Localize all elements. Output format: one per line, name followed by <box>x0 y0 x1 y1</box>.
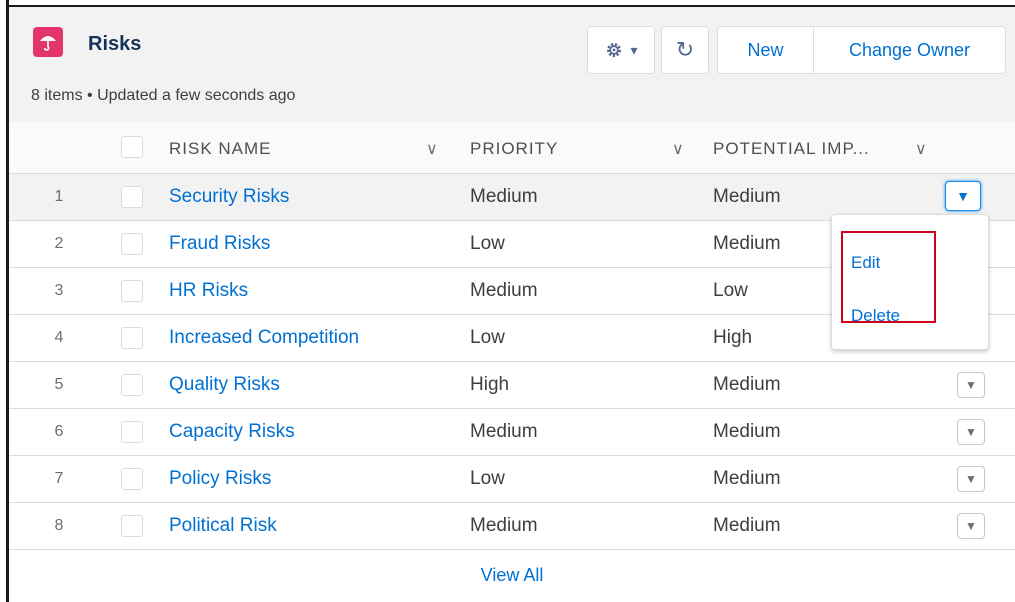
row-number: 7 <box>54 470 64 487</box>
row-number: 8 <box>54 517 64 534</box>
column-risk-name-chevron-icon[interactable]: ∨ <box>426 139 438 159</box>
page-title: Risks <box>88 33 142 55</box>
impact-cell: Medium <box>713 186 781 207</box>
view-all-link[interactable]: View All <box>481 565 544 585</box>
impact-cell: Medium <box>713 233 781 254</box>
impact-cell: High <box>713 327 753 348</box>
priority-cell: Low <box>470 468 505 489</box>
umbrella-icon-glyph <box>40 36 56 51</box>
refresh-icon: ↻ <box>675 37 695 62</box>
new-button[interactable]: New <box>717 26 814 74</box>
row-checkbox[interactable] <box>121 515 143 537</box>
column-impact-chevron-icon[interactable]: ∨ <box>915 139 927 159</box>
row-actions-dropdown-button[interactable]: ▼ <box>957 513 985 539</box>
change-owner-button[interactable]: Change Owner <box>813 26 1006 74</box>
column-header-potential-impact[interactable]: POTENTIAL IMP... <box>713 139 870 159</box>
row-number: 4 <box>54 329 64 346</box>
list-header: Risks 8 items • Updated a few seconds ag… <box>9 7 1015 122</box>
risk-name-link[interactable]: Fraud Risks <box>169 233 270 255</box>
impact-cell: Medium <box>713 421 781 442</box>
risk-name-link[interactable]: Quality Risks <box>169 374 280 396</box>
risk-name-link[interactable]: Political Risk <box>169 515 277 537</box>
risk-name-link[interactable]: Increased Competition <box>169 327 359 349</box>
row-checkbox[interactable] <box>121 280 143 302</box>
row-number: 2 <box>54 235 64 252</box>
menu-item-edit[interactable]: Edit <box>851 253 880 273</box>
priority-cell: High <box>470 374 510 395</box>
table-row: 8 Political Risk Medium Medium ▼ <box>9 503 1015 550</box>
list-view-card: Risks 8 items • Updated a few seconds ag… <box>9 7 1015 602</box>
row-actions-dropdown-button[interactable]: ▼ <box>945 181 981 211</box>
risk-name-link[interactable]: Capacity Risks <box>169 421 295 443</box>
priority-cell: Medium <box>470 421 538 442</box>
priority-cell: Medium <box>470 515 538 536</box>
impact-cell: Medium <box>713 515 781 536</box>
umbrella-icon <box>33 27 63 57</box>
menu-item-delete[interactable]: Delete <box>851 306 900 326</box>
impact-cell: Medium <box>713 374 781 395</box>
row-number: 1 <box>54 188 64 205</box>
row-actions-dropdown-button[interactable]: ▼ <box>957 372 985 398</box>
priority-cell: Low <box>470 327 505 348</box>
row-number: 5 <box>54 376 64 393</box>
column-header-priority[interactable]: PRIORITY <box>470 139 558 159</box>
row-checkbox[interactable] <box>121 421 143 443</box>
row-checkbox[interactable] <box>121 327 143 349</box>
row-checkbox[interactable] <box>121 468 143 490</box>
row-number: 3 <box>54 282 64 299</box>
risk-name-link[interactable]: Security Risks <box>169 186 289 208</box>
row-actions-dropdown-button[interactable]: ▼ <box>957 419 985 445</box>
risk-name-link[interactable]: Policy Risks <box>169 468 271 490</box>
row-checkbox[interactable] <box>121 374 143 396</box>
table-row: 5 Quality Risks High Medium ▼ <box>9 362 1015 409</box>
row-actions-menu: Edit Delete <box>831 214 989 350</box>
column-header-risk-name[interactable]: RISK NAME <box>169 139 272 159</box>
list-footer: View All <box>9 548 1015 602</box>
table-row: 7 Policy Risks Low Medium ▼ <box>9 456 1015 503</box>
row-checkbox[interactable] <box>121 186 143 208</box>
row-actions-dropdown-button[interactable]: ▼ <box>957 466 985 492</box>
list-meta-status: 8 items • Updated a few seconds ago <box>31 87 296 104</box>
impact-cell: Medium <box>713 468 781 489</box>
row-checkbox[interactable] <box>121 233 143 255</box>
table-row: 6 Capacity Risks Medium Medium ▼ <box>9 409 1015 456</box>
impact-cell: Low <box>713 280 748 301</box>
priority-cell: Low <box>470 233 505 254</box>
select-all-checkbox[interactable] <box>121 136 143 158</box>
risk-name-link[interactable]: HR Risks <box>169 280 248 302</box>
list-settings-button[interactable]: ▾ <box>587 26 655 74</box>
column-priority-chevron-icon[interactable]: ∨ <box>672 139 684 159</box>
table-header-row: RISK NAME ∨ PRIORITY ∨ POTENTIAL IMP... … <box>9 122 1015 174</box>
chevron-down-icon: ▾ <box>630 41 638 58</box>
gear-icon <box>607 43 622 57</box>
priority-cell: Medium <box>470 280 538 301</box>
refresh-button[interactable]: ↻ <box>661 26 709 74</box>
row-number: 6 <box>54 423 64 440</box>
priority-cell: Medium <box>470 186 538 207</box>
